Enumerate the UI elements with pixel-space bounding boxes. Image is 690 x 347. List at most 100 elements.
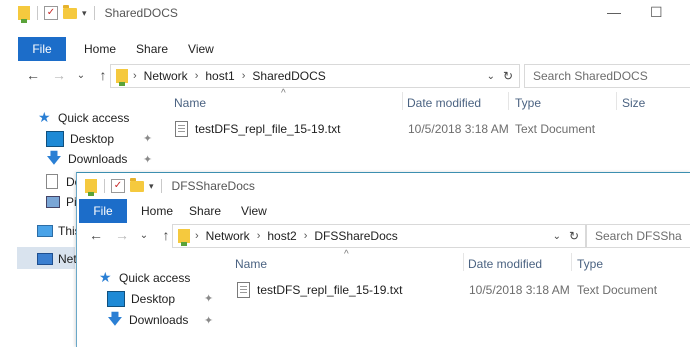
folder-properties-icon[interactable]	[85, 179, 97, 196]
crumb-separator-icon: ›	[303, 230, 308, 242]
quick-access-toolbar: ✓ ▾ DFSShareDocs	[85, 173, 255, 199]
nav-quick-access[interactable]: ★ Quick access	[99, 269, 190, 286]
tab-view[interactable]: View	[184, 37, 230, 61]
crumb-separator-icon: ›	[256, 230, 261, 242]
file-name: testDFS_repl_file_15-19.txt	[195, 122, 341, 136]
back-icon[interactable]: ←	[22, 67, 44, 83]
tab-view[interactable]: View	[237, 199, 283, 223]
pin-icon[interactable]: ✦	[204, 292, 213, 305]
column-divider[interactable]	[571, 253, 572, 271]
tab-file[interactable]: File	[18, 37, 66, 61]
star-icon: ★	[99, 269, 112, 285]
tab-home[interactable]: Home	[66, 37, 132, 61]
nav-label: Desktop	[70, 132, 115, 146]
nav-quick-access[interactable]: ★ Quick access	[38, 109, 129, 126]
properties-check-icon[interactable]: ✓	[111, 179, 125, 193]
breadcrumb-network[interactable]: Network	[206, 229, 250, 243]
forward-icon[interactable]: →	[111, 227, 133, 243]
column-divider[interactable]	[616, 92, 617, 110]
crumb-separator-icon: ›	[195, 230, 199, 242]
toolbar-separator	[37, 6, 38, 20]
column-type[interactable]: Type	[515, 96, 541, 110]
column-type[interactable]: Type	[577, 257, 603, 271]
tab-share[interactable]: Share	[189, 199, 237, 223]
customize-toolbar-chevron-icon[interactable]: ▾	[82, 8, 87, 19]
text-file-icon	[175, 121, 188, 137]
search-input[interactable]: Search DFSSha	[586, 224, 690, 248]
folder-properties-icon[interactable]	[18, 6, 30, 23]
tab-home[interactable]: Home	[127, 199, 189, 223]
address-dropdown-icon[interactable]: ⌄	[553, 231, 561, 242]
file-type: Text Document	[515, 122, 596, 136]
nav-label: Downloads	[68, 152, 128, 166]
customize-toolbar-chevron-icon[interactable]: ▾	[149, 181, 154, 192]
minimize-icon[interactable]: —	[607, 4, 621, 20]
address-bar[interactable]: › Network › host2 › DFSShareDocs ⌄ ↻	[172, 224, 586, 248]
ribbon-tabs: File Home Share View	[77, 199, 690, 223]
nav-label: Downloads	[129, 313, 189, 327]
breadcrumb-folder[interactable]: SharedDOCS	[252, 69, 325, 83]
breadcrumb-network[interactable]: Network	[144, 69, 188, 83]
nav-desktop[interactable]: Desktop	[46, 131, 114, 147]
column-divider[interactable]	[463, 253, 464, 271]
tab-file[interactable]: File	[79, 199, 127, 223]
new-folder-icon[interactable]	[130, 177, 144, 192]
column-date-modified[interactable]: Date modified	[468, 257, 542, 271]
refresh-icon[interactable]: ↻	[569, 229, 579, 243]
breadcrumb-folder[interactable]: DFSShareDocs	[314, 229, 397, 243]
forward-icon[interactable]: →	[48, 67, 70, 83]
back-icon[interactable]: ←	[85, 227, 107, 243]
properties-check-icon[interactable]: ✓	[44, 6, 58, 20]
text-file-icon	[237, 282, 250, 298]
toolbar-separator	[104, 179, 105, 193]
computer-icon	[37, 225, 53, 237]
recent-chevron-icon[interactable]: ⌄	[133, 230, 155, 241]
title-separator	[93, 6, 95, 20]
column-date-modified[interactable]: Date modified	[407, 96, 481, 110]
quick-access-toolbar: ✓ ▾ SharedDOCS	[18, 0, 178, 26]
address-bar[interactable]: › Network › host1 › SharedDOCS ⌄ ↻	[110, 64, 520, 88]
nav-downloads[interactable]: 🡇 Downloads	[46, 151, 128, 166]
new-folder-icon[interactable]	[63, 4, 77, 19]
address-dropdown-icon[interactable]: ⌄	[487, 71, 495, 82]
pictures-icon	[46, 196, 60, 208]
download-arrow-icon: 🡇	[107, 311, 123, 328]
nav-label: Quick access	[58, 110, 130, 125]
desktop-icon	[107, 291, 125, 307]
nav-this-pc[interactable]: This	[37, 224, 81, 238]
column-divider[interactable]	[402, 92, 403, 110]
pin-icon[interactable]: ✦	[143, 153, 152, 166]
file-date: 10/5/2018 3:18 AM	[469, 283, 570, 297]
explorer-window-dfssharedocs: ✓ ▾ DFSShareDocs File Home Share View ← …	[76, 172, 690, 347]
breadcrumb-host[interactable]: host1	[205, 69, 234, 83]
location-folder-icon	[116, 69, 128, 86]
file-name: testDFS_repl_file_15-19.txt	[257, 283, 403, 297]
nav-desktop[interactable]: Desktop	[107, 291, 175, 307]
column-name[interactable]: Name	[235, 257, 267, 271]
search-input[interactable]: Search SharedDOCS	[524, 64, 690, 88]
window-title: DFSShareDocs	[171, 179, 255, 193]
breadcrumb-host[interactable]: host2	[267, 229, 296, 243]
network-icon	[37, 253, 53, 265]
file-date: 10/5/2018 3:18 AM	[408, 122, 509, 136]
pin-icon[interactable]: ✦	[143, 132, 152, 145]
star-icon: ★	[38, 109, 51, 125]
maximize-icon[interactable]: ☐	[650, 4, 663, 21]
desktop-icon	[46, 131, 64, 147]
sort-caret-icon: ^	[344, 249, 349, 260]
file-row[interactable]: testDFS_repl_file_15-19.txt	[175, 121, 340, 137]
nav-downloads[interactable]: 🡇 Downloads	[107, 311, 189, 328]
file-row[interactable]: testDFS_repl_file_15-19.txt	[237, 282, 402, 298]
column-name[interactable]: Name	[174, 96, 206, 110]
column-divider[interactable]	[508, 92, 509, 110]
sort-caret-icon: ^	[281, 88, 286, 99]
ribbon-tabs: File Home Share View	[0, 37, 690, 61]
tab-share[interactable]: Share	[132, 37, 184, 61]
location-folder-icon	[178, 229, 190, 246]
refresh-icon[interactable]: ↻	[503, 69, 513, 83]
crumb-separator-icon: ›	[133, 70, 137, 82]
pin-icon[interactable]: ✦	[204, 314, 213, 327]
recent-chevron-icon[interactable]: ⌄	[70, 70, 92, 81]
title-separator	[160, 179, 162, 193]
column-size[interactable]: Size	[622, 96, 645, 110]
